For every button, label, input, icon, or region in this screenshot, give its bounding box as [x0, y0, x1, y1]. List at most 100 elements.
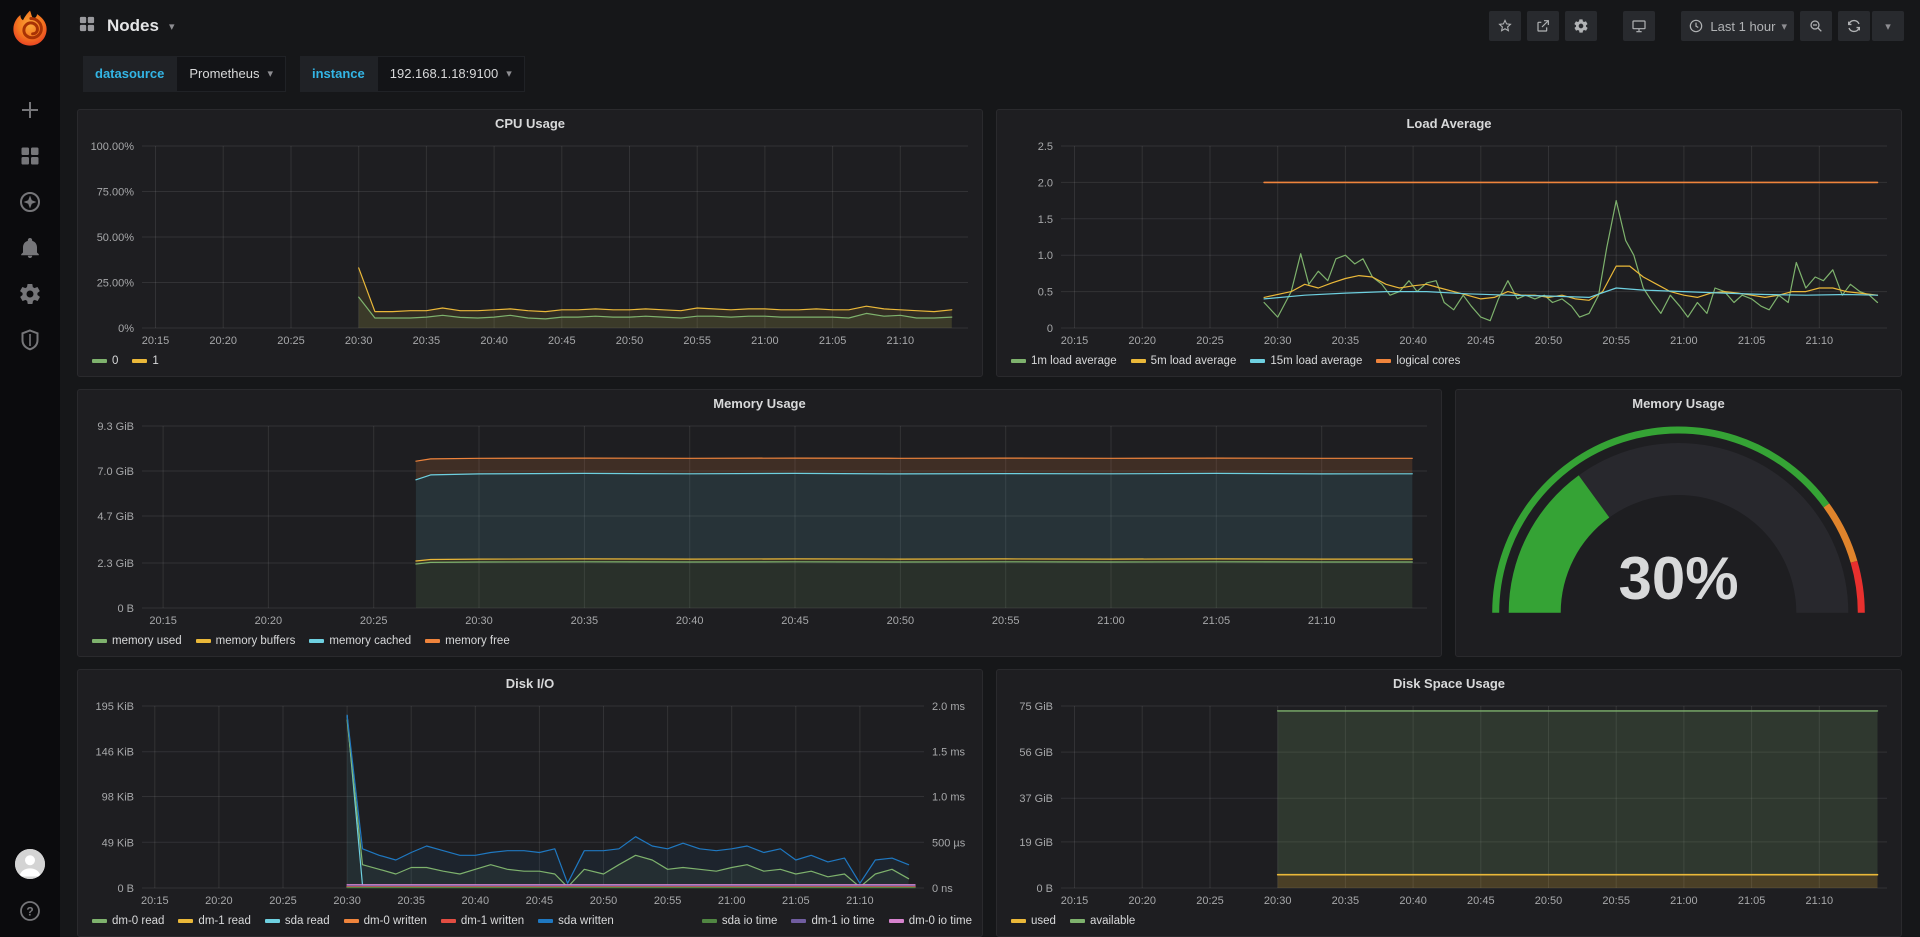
star-dashboard-button[interactable]: [1489, 11, 1521, 41]
legend-item-dm-0-read[interactable]: dm-0 read: [92, 915, 164, 927]
sidebar-item-alerting[interactable]: [18, 236, 42, 260]
legend-item-sda-read[interactable]: sda read: [265, 915, 330, 927]
variable-datasource: datasource Prometheus ▾: [83, 56, 286, 92]
svg-text:20:20: 20:20: [255, 615, 283, 627]
zoom-out-time-button[interactable]: [1800, 11, 1832, 41]
dashboard-navbar: Nodes ▾ Last 1 hour ▾ ▾: [60, 0, 1920, 52]
refresh-button[interactable]: [1838, 11, 1870, 41]
svg-text:500 µs: 500 µs: [932, 837, 966, 849]
instance-select[interactable]: 192.168.1.18:9100 ▾: [377, 56, 525, 92]
legend-item-memory-cached[interactable]: memory cached: [309, 635, 411, 647]
svg-text:100.00%: 100.00%: [91, 141, 135, 153]
panel-memory-usage-graph: Memory Usage 20:1520:2020:2520:3020:3520…: [77, 389, 1442, 657]
sidebar-item-dashboards[interactable]: [18, 144, 42, 168]
svg-text:21:05: 21:05: [1738, 895, 1766, 907]
svg-text:0%: 0%: [118, 323, 134, 335]
svg-text:20:30: 20:30: [465, 615, 493, 627]
panel-title[interactable]: Memory Usage: [1456, 390, 1901, 416]
svg-text:21:10: 21:10: [1806, 335, 1834, 347]
panel-memory-usage-gauge: Memory Usage 30%: [1455, 389, 1902, 657]
svg-text:21:05: 21:05: [1203, 615, 1231, 627]
svg-text:21:00: 21:00: [1097, 615, 1125, 627]
cycle-view-mode-button[interactable]: [1623, 11, 1655, 41]
svg-text:20:25: 20:25: [1196, 335, 1224, 347]
panel-title[interactable]: Disk I/O: [78, 670, 982, 696]
svg-text:37 GiB: 37 GiB: [1019, 793, 1053, 805]
help-button[interactable]: ?: [18, 899, 42, 923]
svg-text:20:40: 20:40: [462, 895, 490, 907]
sidebar-item-create[interactable]: [18, 98, 42, 122]
svg-text:20:15: 20:15: [141, 895, 169, 907]
svg-text:20:15: 20:15: [142, 335, 170, 347]
legend-item-available[interactable]: available: [1070, 915, 1135, 927]
svg-text:20:55: 20:55: [1602, 335, 1630, 347]
svg-text:75 GiB: 75 GiB: [1019, 701, 1053, 713]
cpu-usage-chart[interactable]: 20:1520:2020:2520:3020:3520:4020:4520:50…: [78, 136, 982, 350]
legend-item-memory-buffers[interactable]: memory buffers: [196, 635, 296, 647]
svg-text:20:15: 20:15: [1061, 895, 1089, 907]
svg-text:20:55: 20:55: [1602, 895, 1630, 907]
load-average-chart[interactable]: 20:1520:2020:2520:3020:3520:4020:4520:50…: [997, 136, 1901, 350]
refresh-interval-caret-button[interactable]: ▾: [1872, 11, 1904, 41]
svg-text:20:30: 20:30: [333, 895, 361, 907]
svg-text:25.00%: 25.00%: [97, 278, 135, 290]
svg-text:49 KiB: 49 KiB: [102, 837, 134, 849]
svg-text:75.00%: 75.00%: [97, 187, 135, 199]
legend-item-dm-1-read[interactable]: dm-1 read: [178, 915, 250, 927]
legend-item-1[interactable]: 1: [132, 355, 158, 367]
svg-text:20:25: 20:25: [1196, 895, 1224, 907]
svg-text:21:05: 21:05: [1738, 335, 1766, 347]
sidebar-item-server-admin[interactable]: [18, 328, 42, 352]
svg-text:20:35: 20:35: [413, 335, 441, 347]
svg-text:19 GiB: 19 GiB: [1019, 837, 1053, 849]
legend-item-dm-0-written[interactable]: dm-0 written: [344, 915, 427, 927]
svg-text:20:15: 20:15: [149, 615, 177, 627]
grafana-logo[interactable]: [9, 8, 51, 50]
user-avatar[interactable]: [15, 849, 45, 879]
sidebar-item-explore[interactable]: [18, 190, 42, 214]
disk-io-chart[interactable]: 20:1520:2020:2520:3020:3520:4020:4520:50…: [78, 696, 982, 910]
svg-text:21:00: 21:00: [751, 335, 779, 347]
memory-usage-chart[interactable]: 20:1520:2020:2520:3020:3520:4020:4520:50…: [78, 416, 1441, 630]
legend-item-memory-free[interactable]: memory free: [425, 635, 510, 647]
dashboard-grid-icon: [77, 14, 97, 39]
svg-text:20:50: 20:50: [1535, 335, 1563, 347]
navbar-actions: Last 1 hour ▾ ▾: [1489, 11, 1904, 41]
legend-item-memory-used[interactable]: memory used: [92, 635, 182, 647]
panel-title[interactable]: Memory Usage: [78, 390, 1441, 416]
svg-text:20:20: 20:20: [1128, 895, 1156, 907]
variables-row: datasource Prometheus ▾ instance 192.168…: [60, 52, 1920, 101]
memory-usage-gauge[interactable]: 30%: [1456, 416, 1901, 656]
legend-item-15m-load-average[interactable]: 15m load average: [1250, 355, 1362, 367]
dashboard-settings-button[interactable]: [1565, 11, 1597, 41]
disk-space-usage-chart[interactable]: 20:1520:2020:2520:3020:3520:4020:4520:50…: [997, 696, 1901, 910]
legend-item-used[interactable]: used: [1011, 915, 1056, 927]
datasource-select[interactable]: Prometheus ▾: [176, 56, 286, 92]
legend-item-dm-0-io-time[interactable]: dm-0 io time: [889, 915, 972, 927]
datasource-value: Prometheus: [189, 66, 259, 81]
panel-title[interactable]: CPU Usage: [78, 110, 982, 136]
svg-text:?: ?: [26, 904, 33, 918]
dashboard-caret-icon: ▾: [169, 20, 175, 33]
svg-text:21:05: 21:05: [782, 895, 810, 907]
legend-item-sda-written[interactable]: sda written: [538, 915, 614, 927]
panel-disk-io: Disk I/O 20:1520:2020:2520:3020:3520:402…: [77, 669, 983, 937]
svg-text:20:35: 20:35: [1332, 895, 1360, 907]
legend-item-dm-1-io-time[interactable]: dm-1 io time: [791, 915, 874, 927]
dashboard-title-group[interactable]: Nodes ▾: [77, 14, 175, 39]
legend-item-5m-load-average[interactable]: 5m load average: [1131, 355, 1237, 367]
svg-text:146 KiB: 146 KiB: [95, 747, 134, 759]
legend-item-1m-load-average[interactable]: 1m load average: [1011, 355, 1117, 367]
svg-text:0: 0: [1047, 323, 1053, 335]
panel-title[interactable]: Disk Space Usage: [997, 670, 1901, 696]
legend-item-0[interactable]: 0: [92, 355, 118, 367]
legend-item-dm-1-written[interactable]: dm-1 written: [441, 915, 524, 927]
sidebar-item-configuration[interactable]: [18, 282, 42, 306]
panel-title[interactable]: Load Average: [997, 110, 1901, 136]
svg-text:20:55: 20:55: [992, 615, 1020, 627]
legend-item-logical-cores[interactable]: logical cores: [1376, 355, 1460, 367]
share-dashboard-button[interactable]: [1527, 11, 1559, 41]
time-range-picker[interactable]: Last 1 hour ▾: [1681, 11, 1794, 41]
svg-text:21:10: 21:10: [887, 335, 915, 347]
legend-item-sda-io-time[interactable]: sda io time: [702, 915, 778, 927]
